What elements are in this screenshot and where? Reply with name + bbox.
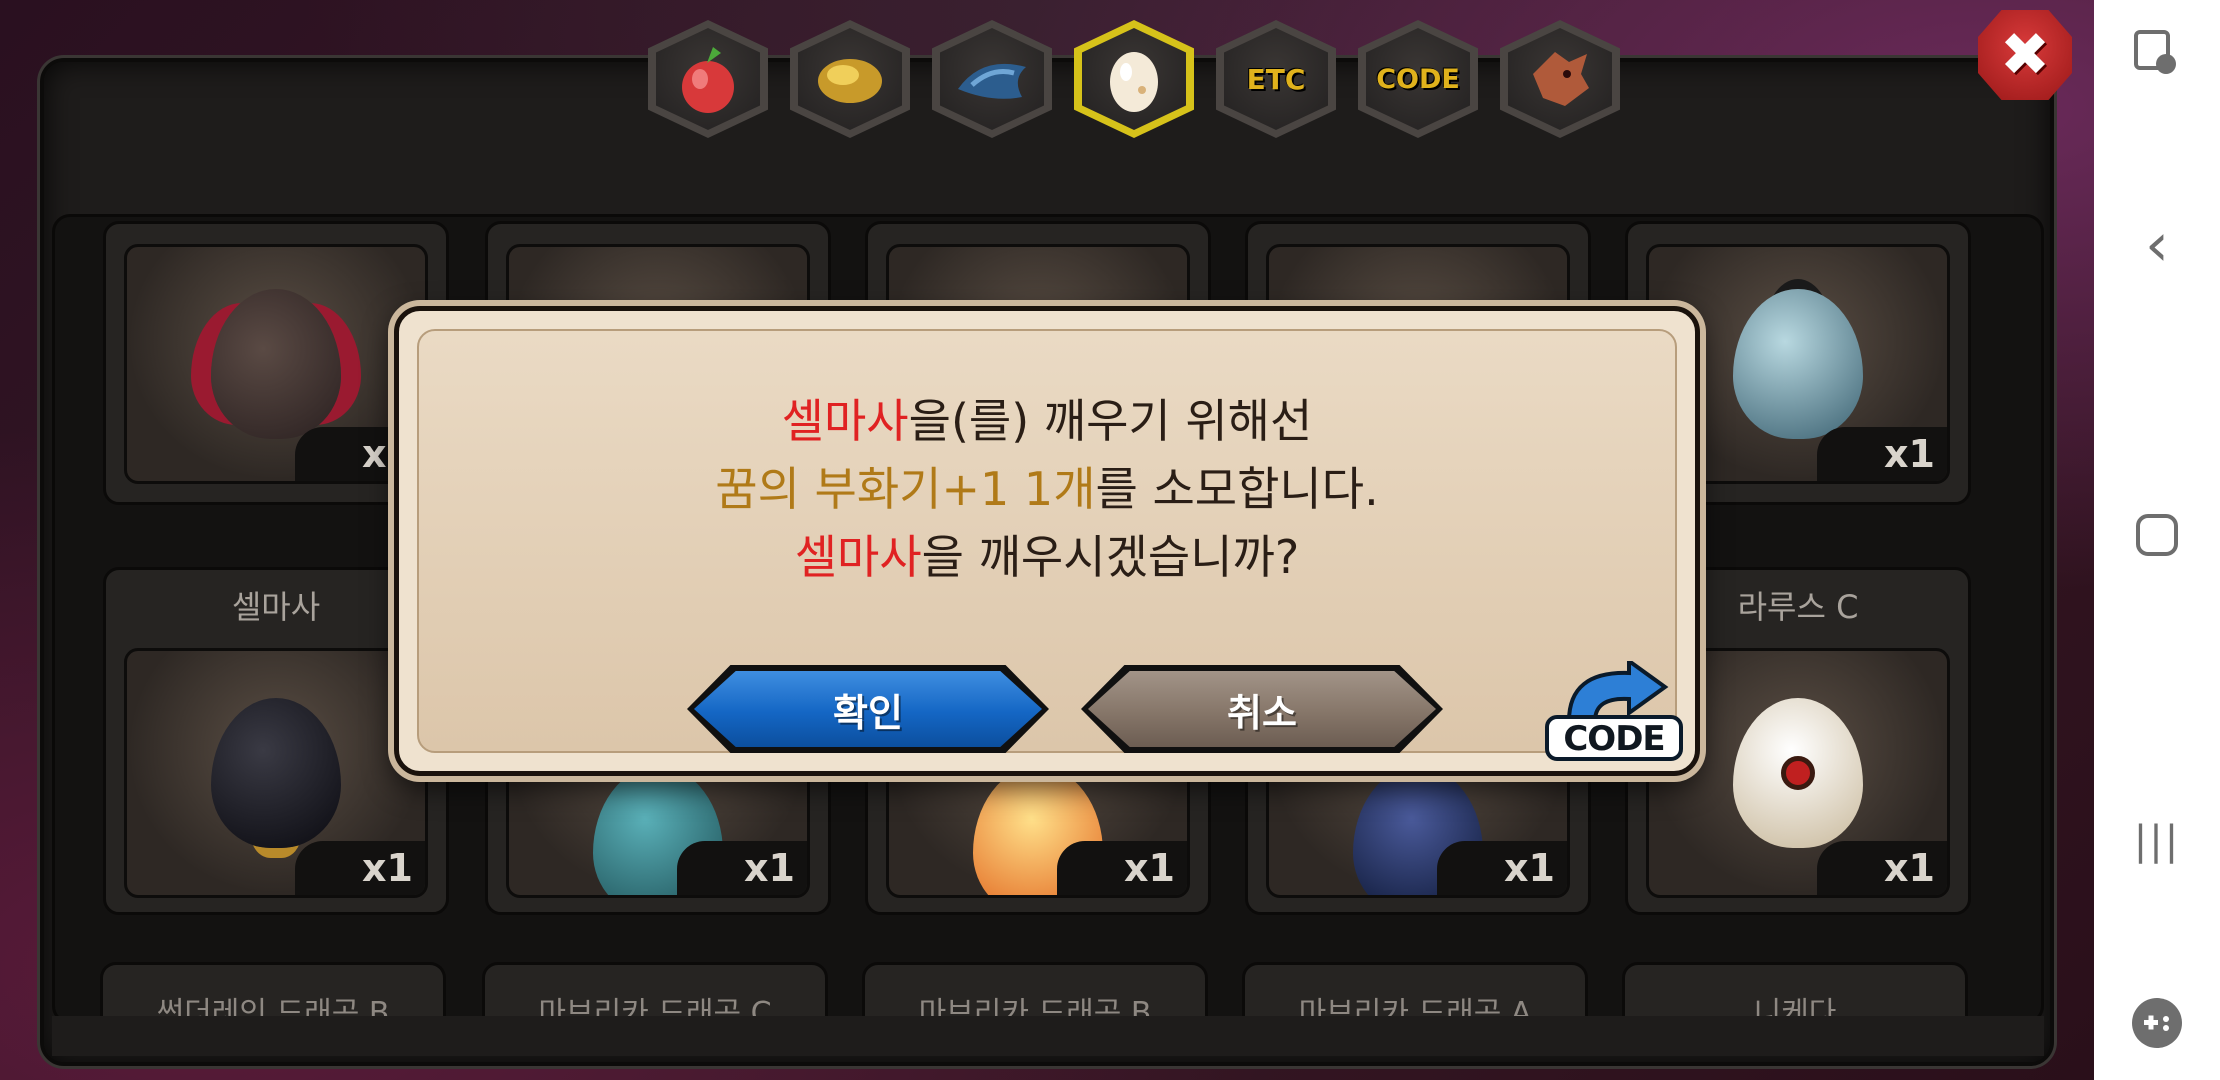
item-quantity: x1 [677, 841, 807, 895]
item-quantity: x1 [1437, 841, 1567, 895]
close-button[interactable]: ✖ [1978, 10, 2072, 100]
pet-name: 셀마사 [794, 530, 922, 584]
item-quantity: x1 [295, 841, 425, 895]
system-nav-bar: ‹ ||| [2094, 0, 2220, 1080]
home-icon[interactable] [2094, 512, 2220, 562]
incubator-item: 꿈의 부화기+1 1개 [715, 462, 1096, 516]
confirm-button-label: 확인 [694, 671, 1042, 747]
fruit-icon [682, 47, 734, 113]
game-tools-icon[interactable] [2094, 996, 2220, 1054]
confirm-dialog: 셀마사을(를) 깨우기 위해선 꿈의 부화기+1 1개를 소모합니다. 셀마사을… [394, 306, 1700, 776]
gold-nugget-icon [818, 59, 882, 103]
confirm-button[interactable]: 확인 [687, 665, 1049, 753]
egg-image [211, 289, 341, 439]
panel-bottom-edge [52, 1016, 2044, 1056]
code-logo: CODE [1539, 661, 1689, 771]
item-slot: x1 [124, 244, 428, 484]
pet-name: 셀마사 [781, 394, 909, 448]
egg-image [1733, 289, 1863, 439]
message-text: 을(를) 깨우기 위해선 [908, 394, 1313, 448]
tab-code-label: CODE [1376, 63, 1460, 95]
message-text: 을 깨우시겠습니까? [921, 530, 1300, 584]
dragon-head-icon [1533, 52, 1589, 106]
screen-pin-icon[interactable] [2094, 28, 2220, 84]
game-screen: ETC CODE ✖ x1 x1 셀마사 x1 x1 x1 x1 라루스 C x… [0, 0, 2094, 1080]
dialog-body: 셀마사을(를) 깨우기 위해선 꿈의 부화기+1 1개를 소모합니다. 셀마사을… [417, 329, 1683, 761]
cancel-button[interactable]: 취소 [1081, 665, 1443, 753]
tab-etc-label: ETC [1246, 62, 1306, 96]
cancel-button-label: 취소 [1088, 671, 1436, 747]
message-text: 를 소모합니다. [1095, 462, 1379, 516]
egg-image [211, 698, 341, 848]
recents-icon[interactable]: ||| [2094, 818, 2220, 864]
dragon-scale-icon [958, 63, 1026, 99]
dialog-message-line: 꿈의 부화기+1 1개를 소모합니다. [419, 453, 1675, 519]
item-quantity: x1 [1057, 841, 1187, 895]
item-quantity: x1 [1817, 427, 1947, 481]
dialog-message-line: 셀마사을(를) 깨우기 위해선 [419, 385, 1675, 451]
item-slot: x1 [124, 648, 428, 898]
code-logo-text: CODE [1545, 715, 1683, 761]
egg-gem-decoration [1781, 756, 1815, 790]
egg-icon [1110, 52, 1158, 112]
item-quantity: x1 [1817, 841, 1947, 895]
dialog-message-line: 셀마사을 깨우시겠습니까? [419, 521, 1675, 587]
back-icon[interactable]: ‹ [2094, 210, 2220, 280]
